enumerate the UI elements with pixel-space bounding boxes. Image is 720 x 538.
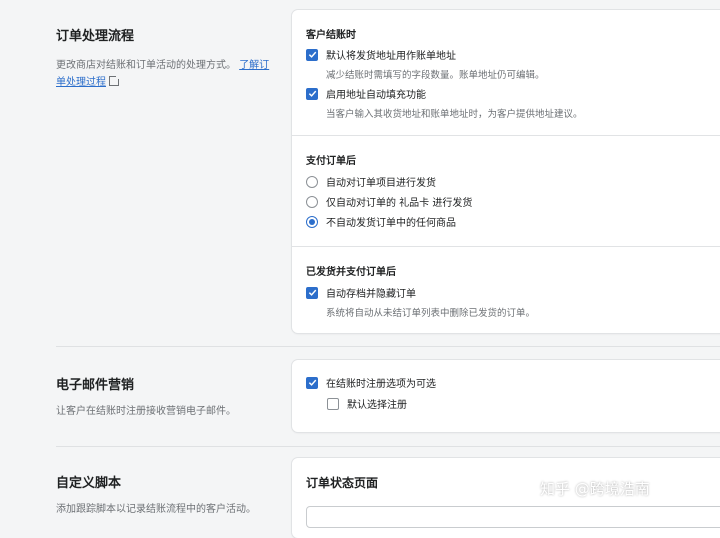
checkbox-checked-icon[interactable]: [306, 87, 318, 100]
auto-archive-help: 系统将自动从未结订单列表中删除已发货的订单。: [326, 308, 536, 319]
section-divider: [56, 346, 720, 347]
custom-scripts-desc: 添加跟踪脚本以记录结账流程中的客户活动。: [56, 504, 256, 515]
radio-selected-icon[interactable]: [306, 215, 318, 228]
section-divider: [56, 446, 720, 447]
radio-unselected-icon[interactable]: [306, 195, 318, 208]
order-status-script-input[interactable]: [306, 506, 720, 528]
custom-scripts-header: 自定义脚本 添加跟踪脚本以记录结账流程中的客户活动。: [56, 472, 276, 518]
order-processing-card: 客户结账时 默认将发货地址用作账单地址 减少结账时需填写的字段数量。账单地址仍可…: [292, 10, 720, 333]
checkout-billing-help: 减少结账时需填写的字段数量。账单地址仍可编辑。: [326, 70, 545, 81]
custom-scripts-card: 订单状态页面: [292, 458, 720, 538]
address-autofill-label: 启用地址自动填充功能: [326, 90, 426, 101]
fulfill-gift-card-label: 仅自动对订单的 礼品卡 进行发货: [326, 198, 473, 209]
email-marketing-card: 在结账时注册选项为可选 默认选择注册: [292, 360, 720, 432]
fulfill-all-label: 自动对订单项目进行发货: [326, 178, 436, 189]
email-marketing-title: 电子邮件营销: [56, 378, 135, 393]
checkout-title: 客户结账时: [306, 30, 356, 41]
checkbox-checked-icon[interactable]: [306, 376, 318, 389]
signup-optional-option[interactable]: 在结账时注册选项为可选: [306, 375, 436, 390]
order-processing-desc-text: 更改商店对结账和订单活动的处理方式。: [56, 60, 236, 71]
fulfill-none-radio[interactable]: 不自动发货订单中的任何商品: [306, 214, 456, 229]
order-processing-desc: 更改商店对结账和订单活动的处理方式。 了解订单处理过程: [56, 57, 276, 91]
address-autofill-option[interactable]: 启用地址自动填充功能: [306, 86, 426, 101]
fulfill-all-radio[interactable]: 自动对订单项目进行发货: [306, 174, 436, 189]
checkbox-unchecked-icon[interactable]: [327, 397, 339, 410]
external-link-icon: [109, 75, 120, 86]
email-marketing-header: 电子邮件营销 让客户在结账时注册接收营销电子邮件。: [56, 374, 276, 420]
after-fulfilled-block: 已发货并支付订单后 自动存档并隐藏订单 系统将自动从未结订单列表中删除已发货的订…: [292, 247, 720, 333]
auto-archive-option[interactable]: 自动存档并隐藏订单: [306, 285, 416, 300]
radio-unselected-icon[interactable]: [306, 175, 318, 188]
fulfill-none-label: 不自动发货订单中的任何商品: [326, 218, 456, 229]
after-fulfilled-title: 已发货并支付订单后: [306, 267, 396, 278]
after-paid-block: 支付订单后 自动对订单项目进行发货 仅自动对订单的 礼品卡 进行发货 不自动发货…: [292, 136, 720, 246]
order-status-page-title: 订单状态页面: [306, 476, 379, 490]
checkout-block: 客户结账时 默认将发货地址用作账单地址 减少结账时需填写的字段数量。账单地址仍可…: [292, 10, 720, 135]
after-paid-title: 支付订单后: [306, 156, 356, 167]
order-processing-header: 订单处理流程 更改商店对结账和订单活动的处理方式。 了解订单处理过程: [56, 25, 276, 91]
default-signup-option[interactable]: 默认选择注册: [327, 396, 407, 411]
checkout-billing-label: 默认将发货地址用作账单地址: [326, 51, 456, 62]
address-autofill-help: 当客户输入其收货地址和账单地址时，为客户提供地址建议。: [326, 109, 583, 120]
fulfill-gift-card-radio[interactable]: 仅自动对订单的 礼品卡 进行发货: [306, 194, 472, 209]
order-processing-title: 订单处理流程: [56, 29, 135, 44]
default-signup-label: 默认选择注册: [347, 400, 407, 411]
checkout-billing-option[interactable]: 默认将发货地址用作账单地址: [306, 47, 456, 62]
signup-optional-label: 在结账时注册选项为可选: [326, 379, 436, 390]
checkbox-checked-icon[interactable]: [306, 286, 318, 299]
watermark: 知乎 @跨境浩南: [540, 480, 650, 498]
checkbox-checked-icon[interactable]: [306, 48, 318, 61]
auto-archive-label: 自动存档并隐藏订单: [326, 289, 416, 300]
custom-scripts-title: 自定义脚本: [56, 476, 122, 491]
email-marketing-desc: 让客户在结账时注册接收营销电子邮件。: [56, 406, 236, 417]
